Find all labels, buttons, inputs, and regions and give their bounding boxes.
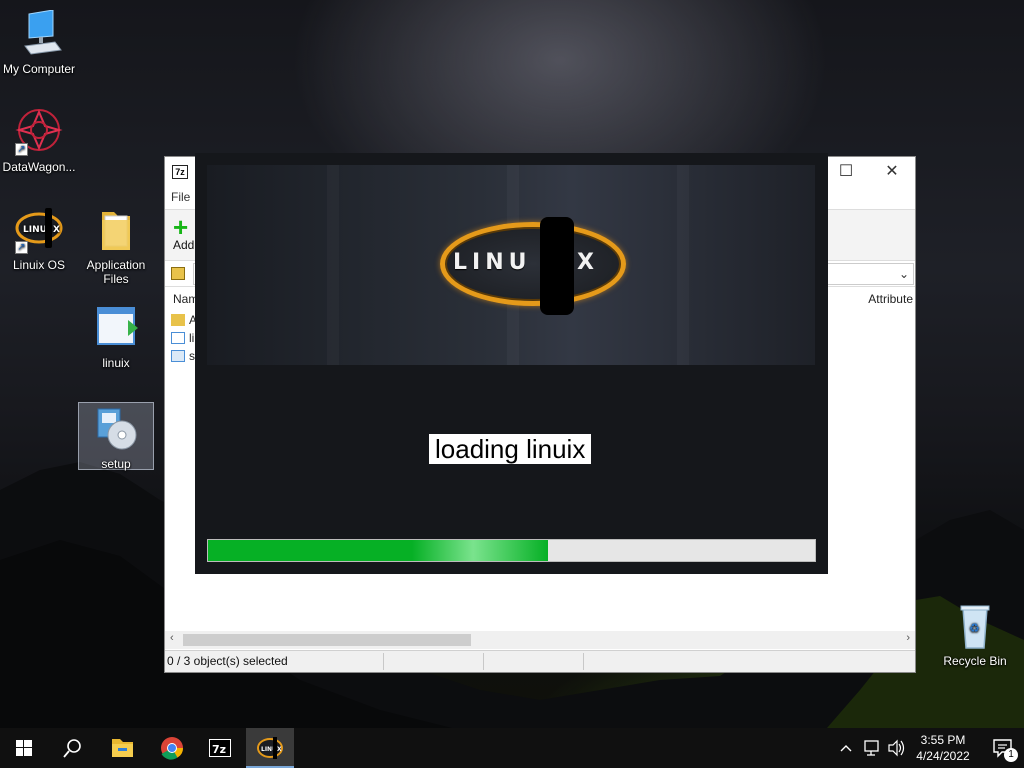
taskbar-chrome[interactable] xyxy=(148,728,196,768)
svg-text:X: X xyxy=(53,225,60,235)
shortcut-arrow-icon: ↗ xyxy=(15,143,28,156)
loading-progress-bar xyxy=(207,539,816,562)
shortcut-arrow-icon: ↗ xyxy=(15,241,28,254)
desktop-icon-label: linuix xyxy=(102,356,130,370)
search-button[interactable] xyxy=(48,728,96,768)
taskbar-linuix[interactable]: LINUX xyxy=(246,728,294,768)
datawagon-icon: ↗ xyxy=(15,108,63,156)
clock-date: 4/24/2022 xyxy=(916,749,970,763)
progress-fill xyxy=(208,540,548,561)
desktop-icon-label: My Computer xyxy=(2,62,76,76)
close-button[interactable]: ✕ xyxy=(879,161,905,183)
network-icon[interactable] xyxy=(862,728,882,768)
svg-text:LINU: LINU xyxy=(23,225,47,235)
7zip-icon: 7z xyxy=(209,739,231,757)
svg-text:7z: 7z xyxy=(212,743,226,756)
status-bar: 0 / 3 object(s) selected xyxy=(165,650,915,672)
linuix-os-icon: LINU X ↗ xyxy=(15,206,63,254)
desktop-icon-recycle-bin[interactable]: ♻ Recycle Bin xyxy=(937,602,1013,668)
add-button[interactable]: + Add xyxy=(173,212,195,252)
list-item[interactable]: A xyxy=(171,311,197,329)
app-window-icon xyxy=(92,304,140,352)
chrome-icon xyxy=(161,737,183,760)
search-icon xyxy=(63,739,81,758)
desktop-icon-label: Linuix OS xyxy=(12,258,66,272)
desktop-icon-label: Application Files xyxy=(86,258,146,286)
desktop-icon-my-computer[interactable]: My Computer xyxy=(1,9,77,76)
file-icon xyxy=(171,350,185,362)
taskbar: 7z LINUX 3:55 PM 4/24/2022 1 xyxy=(0,728,1024,768)
start-button[interactable] xyxy=(0,728,48,768)
logo-i-mark xyxy=(540,217,574,315)
desktop-icon-label: DataWagon... xyxy=(2,160,76,174)
action-center-button[interactable]: 1 xyxy=(992,738,1018,762)
system-tray xyxy=(836,728,916,768)
desktop-icon-label: Recycle Bin xyxy=(943,654,1007,668)
linuix-icon: LINUX xyxy=(257,737,283,759)
list-item[interactable]: li xyxy=(171,329,194,347)
taskbar-file-explorer[interactable] xyxy=(98,728,146,768)
status-divider xyxy=(383,653,384,670)
recycle-bin-icon: ♻ xyxy=(951,602,999,650)
folder-icon xyxy=(92,206,140,254)
7zip-app-icon: 7z xyxy=(172,165,188,179)
logo-x-text: X xyxy=(577,250,594,275)
desktop-icon-linuix[interactable]: linuix xyxy=(78,304,154,370)
horizontal-scrollbar[interactable]: ‹ › xyxy=(165,631,915,649)
add-label: Add xyxy=(173,238,195,252)
loading-text: loading linuix xyxy=(429,434,592,464)
loading-splash-window: LINU X loading linuix xyxy=(195,153,828,574)
chevron-up-icon[interactable] xyxy=(838,728,854,768)
list-item-name: li xyxy=(189,331,195,345)
computer-icon xyxy=(15,9,63,58)
scroll-right-icon[interactable]: › xyxy=(906,632,910,644)
folder-icon xyxy=(171,314,185,326)
add-plus-icon: + xyxy=(173,212,189,242)
notification-count-badge: 1 xyxy=(1004,748,1018,762)
file-explorer-icon xyxy=(112,739,133,757)
desktop-icon-setup[interactable]: setup xyxy=(78,402,154,471)
setup-cd-icon xyxy=(92,405,140,453)
desktop-icon-application-files[interactable]: Application Files xyxy=(78,206,154,286)
svg-text:LINUX: LINUX xyxy=(261,746,282,753)
scrollbar-thumb[interactable] xyxy=(183,634,471,646)
status-text: 0 / 3 object(s) selected xyxy=(167,654,288,668)
splash-banner: LINU X xyxy=(207,165,815,365)
svg-text:♻: ♻ xyxy=(969,621,980,635)
taskbar-7zip[interactable]: 7z xyxy=(196,728,244,768)
desktop-icon-linuix-os[interactable]: LINU X ↗ Linuix OS xyxy=(1,206,77,272)
app-window-icon xyxy=(171,332,185,344)
chevron-down-icon[interactable]: ⌄ xyxy=(899,267,909,281)
clock-time: 3:55 PM xyxy=(920,733,966,747)
desktop-icon-datawagon[interactable]: ↗ DataWagon... xyxy=(1,108,77,174)
desktop-icon-label: setup xyxy=(101,457,131,471)
maximize-button[interactable]: ☐ xyxy=(833,161,859,183)
scroll-left-icon[interactable]: ‹ xyxy=(170,632,174,644)
start-icon xyxy=(16,740,32,756)
status-divider xyxy=(483,653,484,670)
status-divider xyxy=(583,653,584,670)
clock[interactable]: 3:55 PM 4/24/2022 xyxy=(908,732,978,764)
up-folder-icon[interactable] xyxy=(171,267,185,280)
column-attributes-header[interactable]: Attribute xyxy=(868,289,913,309)
volume-icon[interactable] xyxy=(886,728,906,768)
